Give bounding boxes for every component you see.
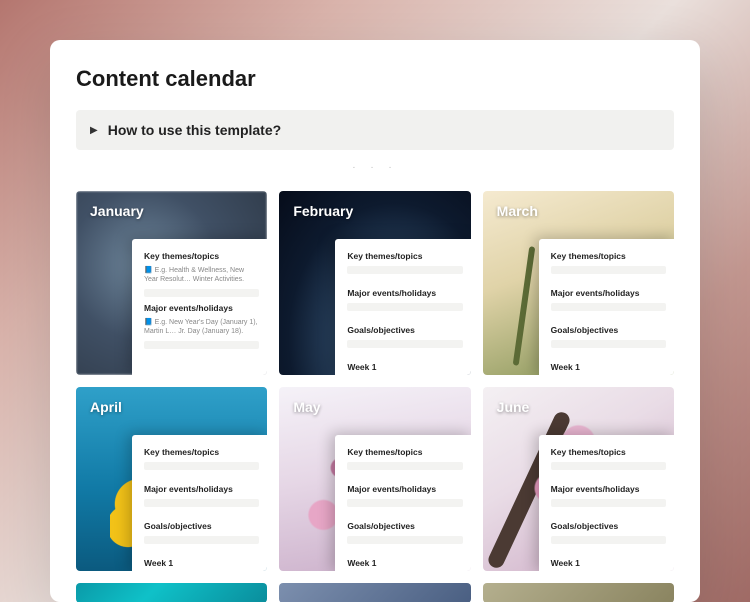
page-container: Content calendar ▶ How to use this templ… [50, 40, 700, 602]
month-card-next[interactable] [279, 583, 470, 602]
placeholder-line [144, 289, 259, 297]
section-key-themes: Key themes/topics [347, 447, 462, 457]
section-goals: Goals/objectives [347, 521, 462, 531]
section-week1: Week 1 [144, 558, 259, 568]
section-key-themes: Key themes/topics [144, 447, 259, 457]
placeholder-line [551, 499, 666, 507]
month-card-january[interactable]: January Key themes/topics 📘 E.g. Health … [76, 191, 267, 375]
placeholder-line [551, 536, 666, 544]
month-panel: Key themes/topics Major events/holidays … [539, 239, 674, 375]
month-card-june[interactable]: June Key themes/topics Major events/holi… [483, 387, 674, 571]
section-week1: Week 1 [551, 362, 666, 372]
placeholder-line [144, 462, 259, 470]
month-card-next[interactable] [483, 583, 674, 602]
section-events: Major events/holidays [347, 288, 462, 298]
month-card-february[interactable]: February Key themes/topics Major events/… [279, 191, 470, 375]
placeholder-line [551, 266, 666, 274]
month-panel: Key themes/topics Major events/holidays … [335, 435, 470, 571]
divider-dots: · · · [76, 162, 674, 173]
month-label: April [90, 399, 122, 415]
section-events: Major events/holidays [551, 484, 666, 494]
month-label: February [293, 203, 353, 219]
month-card-march[interactable]: March Key themes/topics Major events/hol… [483, 191, 674, 375]
section-key-themes: Key themes/topics [551, 447, 666, 457]
month-card-april[interactable]: April Key themes/topics Major events/hol… [76, 387, 267, 571]
section-goals: Goals/objectives [551, 521, 666, 531]
placeholder-line [347, 536, 462, 544]
page-title: Content calendar [76, 66, 674, 92]
placeholder-line [347, 462, 462, 470]
placeholder-line [144, 341, 259, 349]
section-events: Major events/holidays [144, 303, 259, 313]
month-cover-image [483, 583, 674, 602]
month-label: May [293, 399, 320, 415]
section-key-themes: Key themes/topics [347, 251, 462, 261]
month-card-next[interactable] [76, 583, 267, 602]
placeholder-line [551, 340, 666, 348]
month-card-may[interactable]: May Key themes/topics Major events/holid… [279, 387, 470, 571]
month-panel: Key themes/topics Major events/holidays … [539, 435, 674, 571]
section-goals: Goals/objectives [551, 325, 666, 335]
month-cover-image [279, 583, 470, 602]
section-week1: Week 1 [347, 362, 462, 372]
section-goals: Goals/objectives [144, 521, 259, 531]
month-label: January [90, 203, 144, 219]
chevron-right-icon: ▶ [90, 125, 98, 136]
month-label: March [497, 203, 538, 219]
section-goals: Goals/objectives [347, 325, 462, 335]
month-panel: Key themes/topics 📘 E.g. Health & Wellne… [132, 239, 267, 375]
section-key-themes: Key themes/topics [144, 251, 259, 261]
section-events: Major events/holidays [551, 288, 666, 298]
placeholder-line [347, 340, 462, 348]
month-panel: Key themes/topics Major events/holidays … [132, 435, 267, 571]
section-events: Major events/holidays [144, 484, 259, 494]
month-label: June [497, 399, 530, 415]
placeholder-line [347, 303, 462, 311]
placeholder-line [144, 499, 259, 507]
placeholder-line [551, 303, 666, 311]
placeholder-line [347, 499, 462, 507]
section-key-themes: Key themes/topics [551, 251, 666, 261]
month-grid: January Key themes/topics 📘 E.g. Health … [76, 191, 674, 602]
events-note: 📘 E.g. New Year's Day (January 1), Marti… [144, 318, 259, 337]
callout-text: How to use this template? [108, 122, 281, 138]
placeholder-line [347, 266, 462, 274]
section-week1: Week 1 [551, 558, 666, 568]
section-week1: Week 1 [347, 558, 462, 568]
placeholder-line [144, 536, 259, 544]
month-cover-image [76, 583, 267, 602]
month-panel: Key themes/topics Major events/holidays … [335, 239, 470, 375]
how-to-use-toggle[interactable]: ▶ How to use this template? [76, 110, 674, 150]
section-events: Major events/holidays [347, 484, 462, 494]
placeholder-line [551, 462, 666, 470]
themes-note: 📘 E.g. Health & Wellness, New Year Resol… [144, 266, 259, 285]
